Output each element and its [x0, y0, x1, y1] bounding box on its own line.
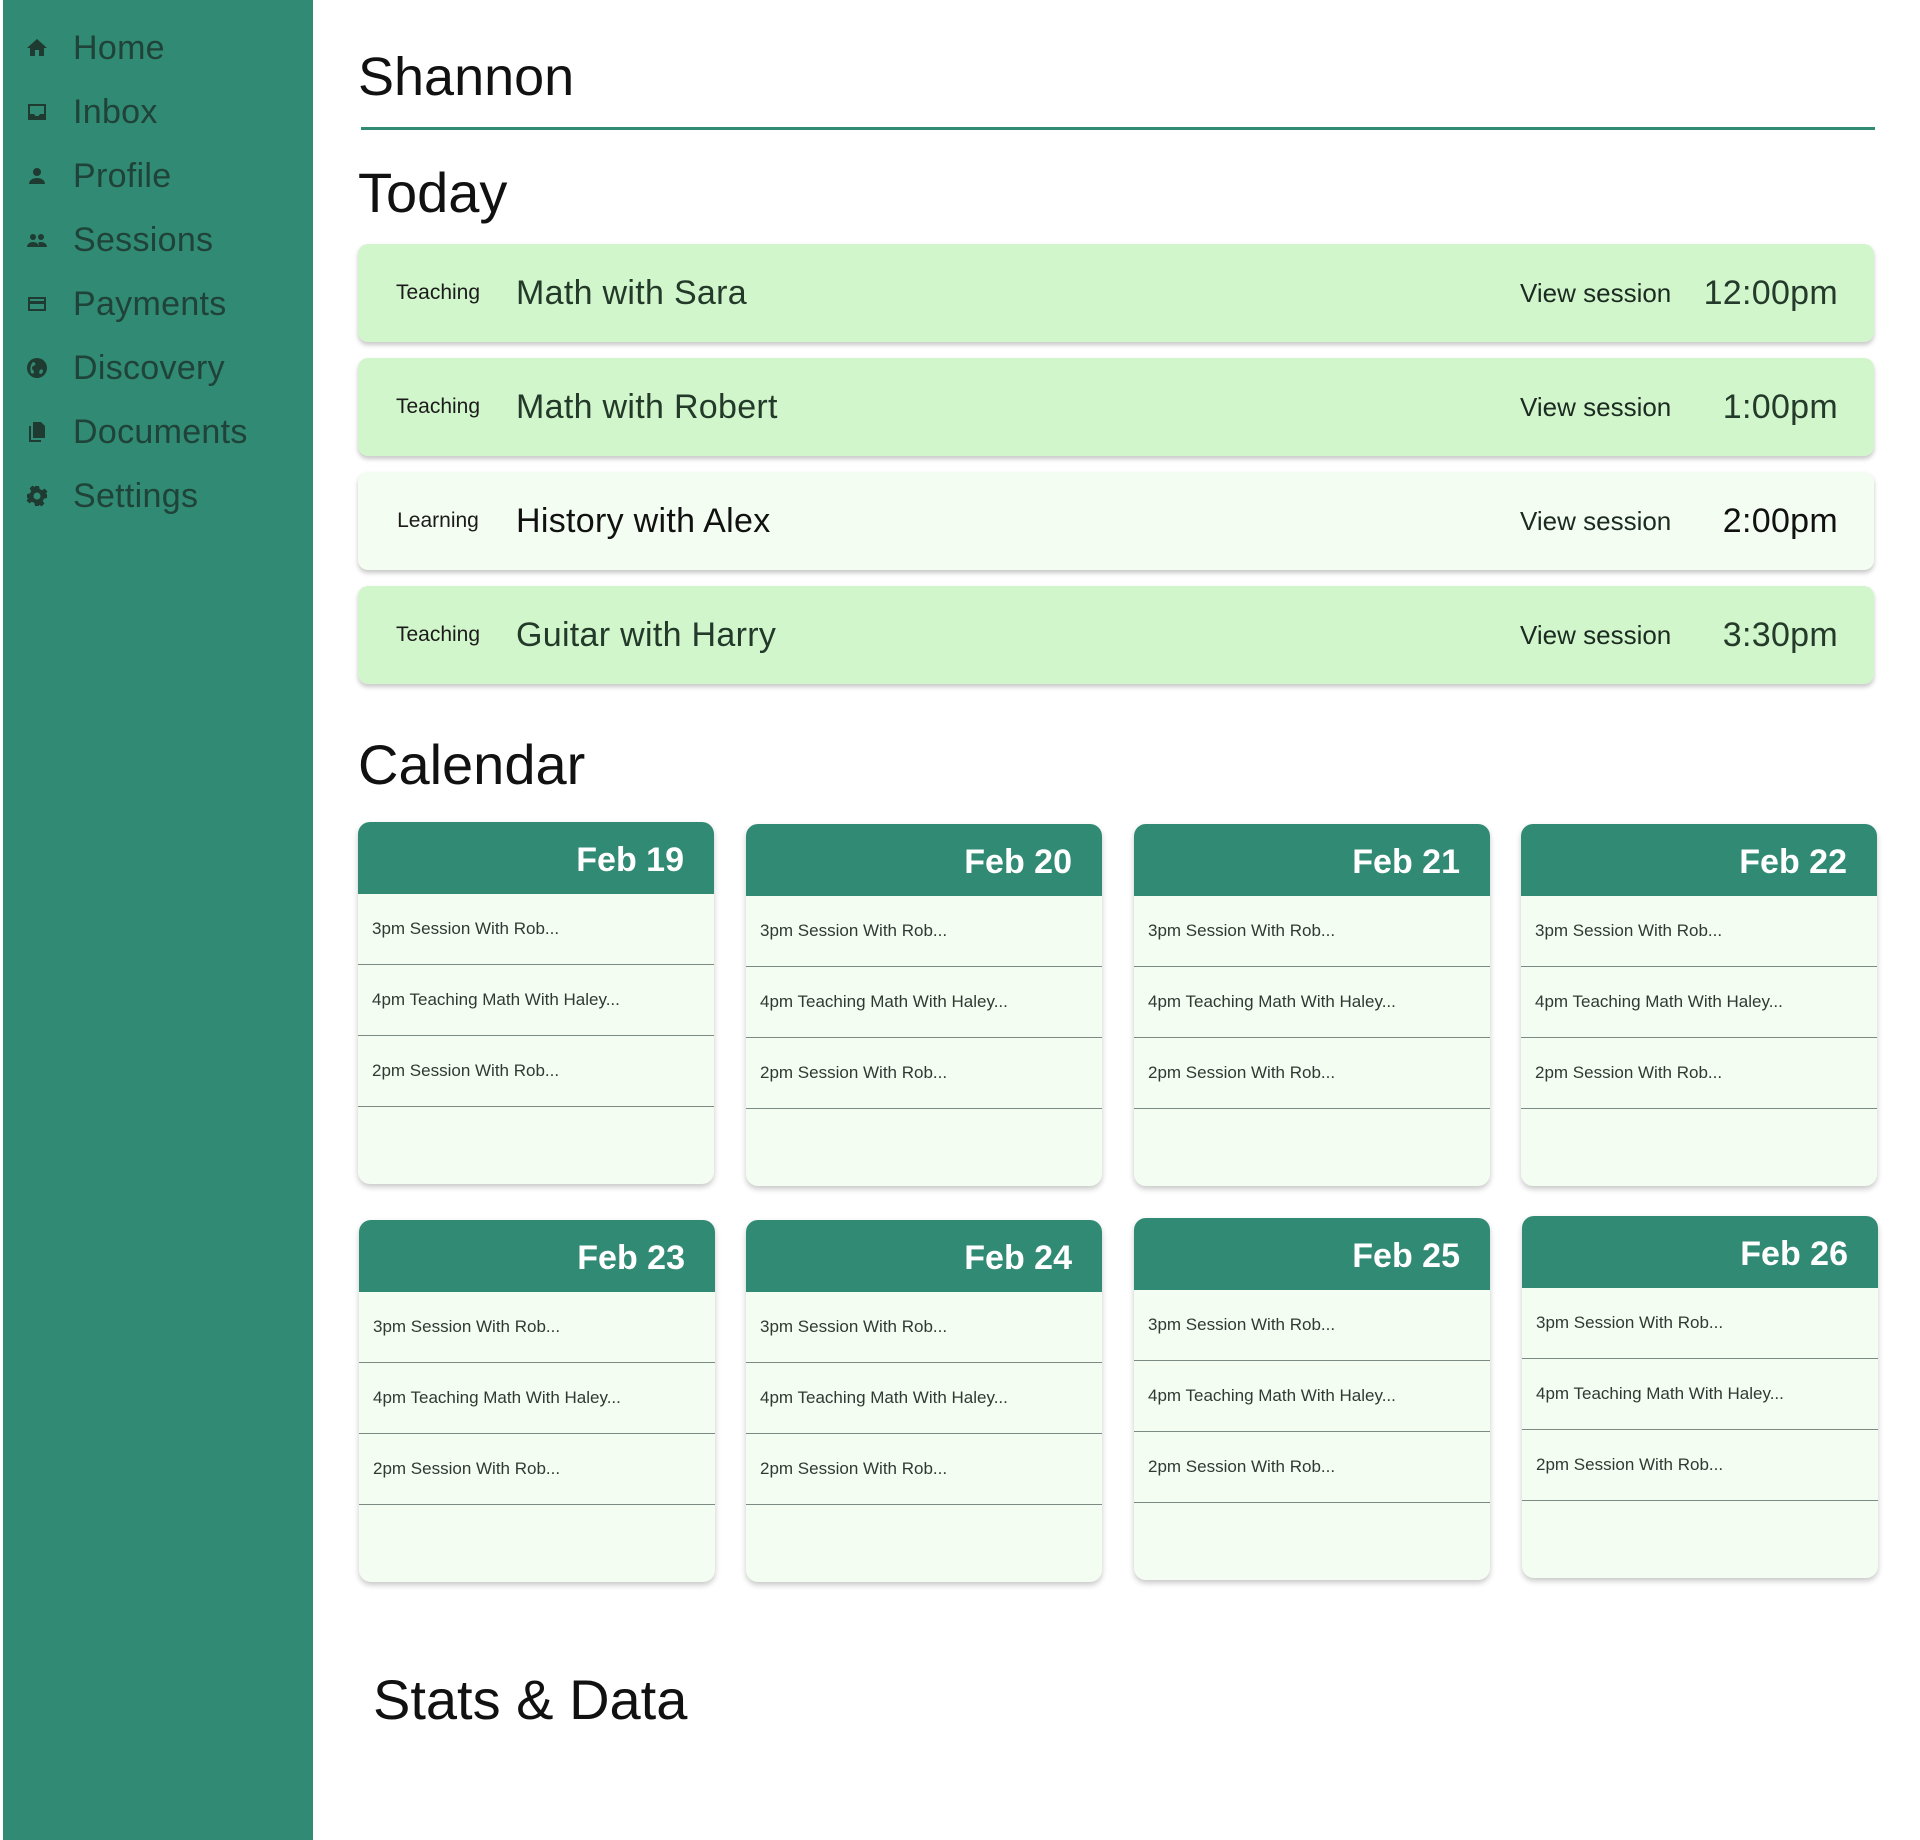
- credit-card-icon: [23, 290, 51, 318]
- person-icon: [23, 162, 51, 190]
- calendar-day-date: Feb 24: [746, 1220, 1102, 1292]
- calendar-event[interactable]: 2pm Session With Rob...: [746, 1038, 1102, 1109]
- calendar-day: Feb 20 3pm Session With Rob... 4pm Teach…: [746, 824, 1102, 1186]
- documents-icon: [23, 418, 51, 446]
- calendar-event[interactable]: 4pm Teaching Math With Haley...: [359, 1363, 715, 1434]
- session-time: 3:30pm: [1722, 615, 1838, 654]
- calendar-event[interactable]: 4pm Teaching Math With Haley...: [746, 967, 1102, 1038]
- sidebar-item-settings[interactable]: Settings: [3, 464, 313, 528]
- sidebar-item-label: Profile: [73, 156, 172, 195]
- calendar-event[interactable]: 2pm Session With Rob...: [1134, 1432, 1490, 1503]
- view-session-link[interactable]: View session: [1520, 620, 1671, 651]
- calendar-day-date: Feb 22: [1521, 824, 1877, 896]
- sidebar-item-label: Inbox: [73, 92, 158, 131]
- calendar-event[interactable]: 4pm Teaching Math With Haley...: [746, 1363, 1102, 1434]
- sidebar-item-home[interactable]: Home: [3, 16, 313, 80]
- calendar-day: Feb 26 3pm Session With Rob... 4pm Teach…: [1522, 1216, 1878, 1578]
- sidebar-item-label: Documents: [73, 412, 248, 451]
- calendar-day: Feb 19 3pm Session With Rob... 4pm Teach…: [358, 822, 714, 1184]
- calendar-event[interactable]: 4pm Teaching Math With Haley...: [358, 965, 714, 1036]
- stats-heading: Stats & Data: [373, 1668, 688, 1731]
- session-type: Teaching: [395, 395, 481, 418]
- home-icon: [23, 34, 51, 62]
- calendar-day-date: Feb 21: [1134, 824, 1490, 896]
- calendar-day: Feb 25 3pm Session With Rob... 4pm Teach…: [1134, 1218, 1490, 1580]
- sidebar-item-label: Sessions: [73, 220, 214, 259]
- session-title: Guitar with Harry: [516, 615, 777, 654]
- today-session-list: Teaching Math with Sara View session 12:…: [358, 244, 1874, 700]
- calendar-day: Feb 23 3pm Session With Rob... 4pm Teach…: [359, 1220, 715, 1582]
- sidebar-item-payments[interactable]: Payments: [3, 272, 313, 336]
- globe-icon: [23, 354, 51, 382]
- session-type: Teaching: [395, 281, 481, 304]
- inbox-icon: [23, 98, 51, 126]
- calendar-event[interactable]: 3pm Session With Rob...: [358, 894, 714, 965]
- calendar-event[interactable]: 3pm Session With Rob...: [1134, 1290, 1490, 1361]
- calendar-event[interactable]: 4pm Teaching Math With Haley...: [1522, 1359, 1878, 1430]
- calendar-event[interactable]: 3pm Session With Rob...: [746, 1292, 1102, 1363]
- view-session-link[interactable]: View session: [1520, 278, 1671, 309]
- calendar-event[interactable]: 2pm Session With Rob...: [746, 1434, 1102, 1505]
- session-time: 2:00pm: [1722, 501, 1838, 540]
- calendar-event[interactable]: 3pm Session With Rob...: [359, 1292, 715, 1363]
- calendar-day: Feb 24 3pm Session With Rob... 4pm Teach…: [746, 1220, 1102, 1582]
- calendar-event[interactable]: 3pm Session With Rob...: [1522, 1288, 1878, 1359]
- calendar-event[interactable]: 4pm Teaching Math With Haley...: [1134, 967, 1490, 1038]
- calendar-heading: Calendar: [358, 733, 586, 796]
- session-title: Math with Sara: [516, 273, 747, 312]
- sidebar-item-profile[interactable]: Profile: [3, 144, 313, 208]
- calendar-event[interactable]: 2pm Session With Rob...: [1521, 1038, 1877, 1109]
- session-title: History with Alex: [516, 501, 771, 540]
- calendar-day: Feb 21 3pm Session With Rob... 4pm Teach…: [1134, 824, 1490, 1186]
- calendar-event[interactable]: 2pm Session With Rob...: [1522, 1430, 1878, 1501]
- sidebar-item-label: Settings: [73, 476, 199, 515]
- sidebar-item-documents[interactable]: Documents: [3, 400, 313, 464]
- people-icon: [23, 226, 51, 254]
- session-time: 12:00pm: [1703, 273, 1838, 312]
- calendar-day-date: Feb 25: [1134, 1218, 1490, 1290]
- calendar-event[interactable]: 2pm Session With Rob...: [358, 1036, 714, 1107]
- title-divider: [361, 127, 1875, 130]
- sidebar-item-inbox[interactable]: Inbox: [3, 80, 313, 144]
- sidebar-item-sessions[interactable]: Sessions: [3, 208, 313, 272]
- calendar-event[interactable]: 3pm Session With Rob...: [1134, 896, 1490, 967]
- sidebar-item-label: Discovery: [73, 348, 225, 387]
- calendar-day-date: Feb 19: [358, 822, 714, 894]
- calendar-event[interactable]: 2pm Session With Rob...: [1134, 1038, 1490, 1109]
- calendar-event[interactable]: 4pm Teaching Math With Haley...: [1521, 967, 1877, 1038]
- sidebar-item-label: Payments: [73, 284, 227, 323]
- today-heading: Today: [358, 161, 508, 224]
- page-title: Shannon: [358, 47, 575, 107]
- gear-icon: [23, 482, 51, 510]
- session-type: Teaching: [395, 623, 481, 646]
- calendar-event[interactable]: 3pm Session With Rob...: [746, 896, 1102, 967]
- calendar-day-date: Feb 20: [746, 824, 1102, 896]
- sidebar-nav: Home Inbox Profile Sessions Payments Dis…: [3, 0, 313, 528]
- calendar-event[interactable]: 4pm Teaching Math With Haley...: [1134, 1361, 1490, 1432]
- session-time: 1:00pm: [1722, 387, 1838, 426]
- calendar-day-date: Feb 23: [359, 1220, 715, 1292]
- calendar-day: Feb 22 3pm Session With Rob... 4pm Teach…: [1521, 824, 1877, 1186]
- sidebar-item-label: Home: [73, 28, 165, 67]
- calendar-event[interactable]: 2pm Session With Rob...: [359, 1434, 715, 1505]
- calendar-event[interactable]: 3pm Session With Rob...: [1521, 896, 1877, 967]
- view-session-link[interactable]: View session: [1520, 506, 1671, 537]
- session-card[interactable]: Teaching Math with Sara View session 12:…: [358, 244, 1874, 342]
- session-card[interactable]: Learning History with Alex View session …: [358, 472, 1874, 570]
- sidebar-item-discovery[interactable]: Discovery: [3, 336, 313, 400]
- session-type: Learning: [397, 509, 479, 532]
- view-session-link[interactable]: View session: [1520, 392, 1671, 423]
- session-card[interactable]: Teaching Guitar with Harry View session …: [358, 586, 1874, 684]
- sidebar: Home Inbox Profile Sessions Payments Dis…: [3, 0, 313, 1840]
- calendar-day-date: Feb 26: [1522, 1216, 1878, 1288]
- session-title: Math with Robert: [516, 387, 778, 426]
- session-card[interactable]: Teaching Math with Robert View session 1…: [358, 358, 1874, 456]
